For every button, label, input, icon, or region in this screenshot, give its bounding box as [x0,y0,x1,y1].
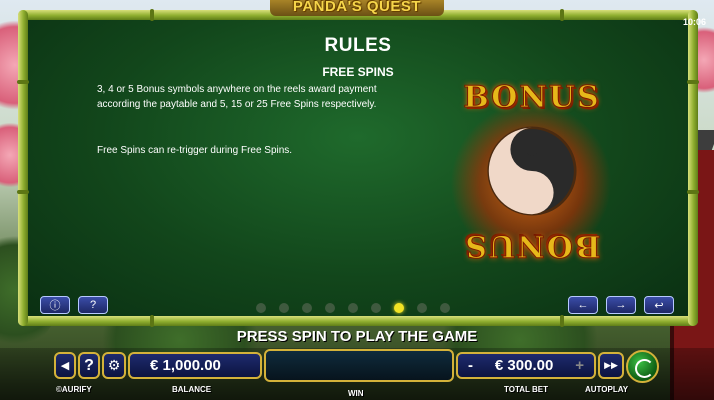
info-button[interactable]: ⓘ [40,296,70,314]
next-page-button[interactable]: → [606,296,636,314]
rules-paragraph: Free Spins can re-trigger during Free Sp… [97,145,293,156]
settings-button[interactable]: ⚙ [102,352,126,379]
arrow-right-icon: → [615,299,627,311]
page-dot[interactable] [279,303,289,313]
speaker-icon: ◀ [60,360,70,372]
page-dot[interactable] [256,303,266,313]
sound-button[interactable]: ◀ [54,352,76,379]
total-bet-label: TOTAL BET [504,385,548,394]
bamboo-frame-right [688,10,698,326]
brand-label: ©AURIFY [56,385,92,394]
page-dot[interactable] [394,303,404,313]
total-bet-value: € 300.00 [494,357,554,374]
game-logo: PANDA'S QUEST [0,0,714,16]
help-menu-button[interactable]: ? [78,352,100,379]
bet-increase-button[interactable]: + [575,357,584,374]
balance-label: BALANCE [172,385,212,394]
rules-paragraph: 3, 4 or 5 Bonus symbols anywhere on the … [97,84,377,110]
page-dot[interactable] [302,303,312,313]
rules-panel: RULES FREE SPINS 3, 4 or 5 Bonus symbols… [26,16,690,319]
clock: 10:06 [682,17,706,27]
bamboo-frame-bottom [18,316,698,326]
gear-icon: ⚙ [107,357,121,373]
autoplay-icon: ▶▶ [604,360,618,370]
bonus-label: BONUS [463,228,601,264]
page-indicator [256,303,450,313]
bet-decrease-button[interactable]: - [468,357,473,374]
help-icon: ? [89,299,97,311]
spin-prompt: PRESS SPIN TO PLAY THE GAME [236,328,478,345]
page-dot[interactable] [371,303,381,313]
yin-yang-icon [487,126,577,216]
back-button[interactable]: ↩ [644,296,674,314]
total-bet-control: - € 300.00 + [456,352,596,379]
arrow-left-icon: ← [577,299,589,311]
rules-heading: RULES [324,35,392,56]
spin-button[interactable] [626,350,659,383]
win-label: WIN [348,389,364,398]
win-display [264,349,454,382]
page-dot[interactable] [440,303,450,313]
bamboo-frame-left [18,10,28,326]
autoplay-button[interactable]: ▶▶ [598,352,624,379]
info-icon: ⓘ [49,300,61,312]
page-dot[interactable] [348,303,358,313]
autoplay-label: AUTOPLAY [585,385,629,394]
bonus-label: BONUS [463,80,601,116]
bonus-symbol: BONUS BONUS [444,74,620,274]
help-button[interactable]: ? [78,296,108,314]
game-title: PANDA'S QUEST [292,0,422,15]
previous-page-button[interactable]: ← [568,296,598,314]
balance-display: € 1,000.00 [128,352,262,379]
question-icon: ? [84,356,94,374]
return-icon: ↩ [654,299,664,312]
page-dot[interactable] [417,303,427,313]
balance-value: € 1,000.00 [150,357,221,374]
page-dot[interactable] [325,303,335,313]
